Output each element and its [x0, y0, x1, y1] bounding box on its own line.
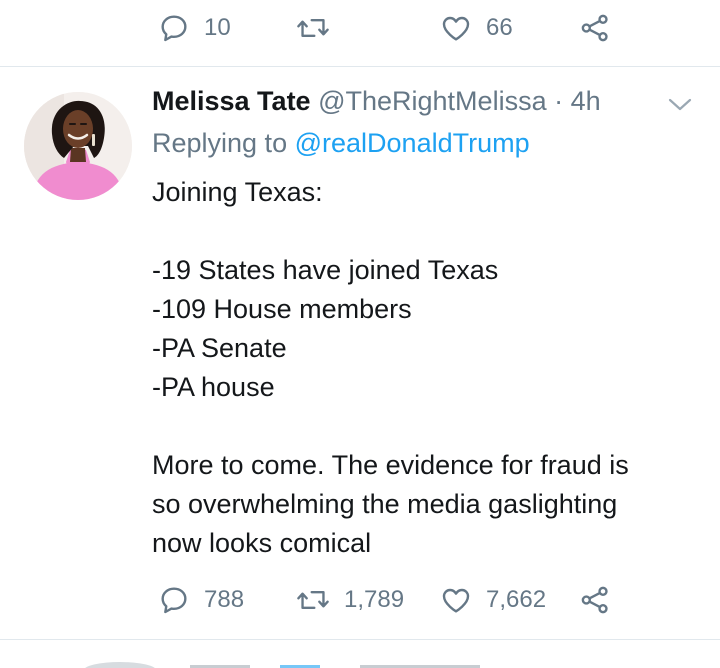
like-icon [442, 16, 470, 41]
prev-reply-count: 10 [204, 14, 231, 41]
tweet-text-line: -109 House members [152, 294, 412, 324]
reply-icon [161, 15, 187, 42]
retweet-button[interactable]: 1,789 [296, 580, 404, 620]
share-button[interactable] [578, 580, 612, 620]
tweet-text-line: -PA house [152, 372, 275, 402]
retweet-count: 1,789 [344, 586, 405, 613]
replying-to: Replying to @realDonaldTrump [152, 128, 530, 159]
tweet-header: Melissa Tate @TheRightMelissa · 4h [152, 86, 601, 117]
replying-to-mention[interactable]: @realDonaldTrump [295, 128, 530, 158]
divider [0, 639, 720, 640]
prev-like-button[interactable]: 66 [440, 8, 513, 48]
share-icon [581, 586, 608, 614]
avatar[interactable] [24, 92, 132, 200]
reply-button[interactable]: 788 [158, 580, 244, 620]
prev-like-count: 66 [486, 14, 513, 41]
tweet-text-line: More to come. The evidence for fraud is [152, 450, 629, 480]
display-name[interactable]: Melissa Tate [152, 86, 311, 116]
prev-share-button[interactable] [578, 8, 612, 48]
user-handle[interactable]: @TheRightMelissa [318, 86, 547, 116]
like-icon [442, 588, 470, 613]
prev-retweet-button[interactable] [296, 8, 344, 48]
avatar-image [24, 92, 132, 200]
tweet-text-line: Joining Texas: [152, 177, 323, 207]
prev-reply-button[interactable]: 10 [158, 8, 231, 48]
prev-tweet-actions: 10 66 [0, 8, 720, 48]
next-tweet-partial [85, 662, 480, 668]
tweet-text: Joining Texas: -19 States have joined Te… [152, 173, 702, 563]
retweet-icon [297, 590, 329, 610]
like-count: 7,662 [486, 586, 547, 613]
reply-icon [161, 587, 187, 614]
tweet-text-line: -19 States have joined Texas [152, 255, 499, 285]
tweet-menu-button[interactable] [666, 94, 694, 119]
tweet-text-blank-line [152, 212, 702, 251]
retweet-icon [297, 18, 329, 38]
tweet-text-blank-line [152, 407, 702, 446]
tweet-text-line: now looks comical [152, 528, 372, 558]
divider [0, 66, 720, 67]
header-separator: · [554, 86, 564, 116]
replying-prefix: Replying to [152, 128, 288, 158]
tweet-text-line: -PA Senate [152, 333, 287, 363]
chevron-down-icon [668, 98, 692, 111]
reply-count: 788 [204, 586, 245, 613]
tweet-text-line: so overwhelming the media gaslighting [152, 489, 618, 519]
like-button[interactable]: 7,662 [440, 580, 546, 620]
tweet-actions: 788 1,789 7,662 [0, 580, 720, 620]
share-icon [581, 14, 608, 42]
timestamp[interactable]: 4h [571, 86, 601, 116]
